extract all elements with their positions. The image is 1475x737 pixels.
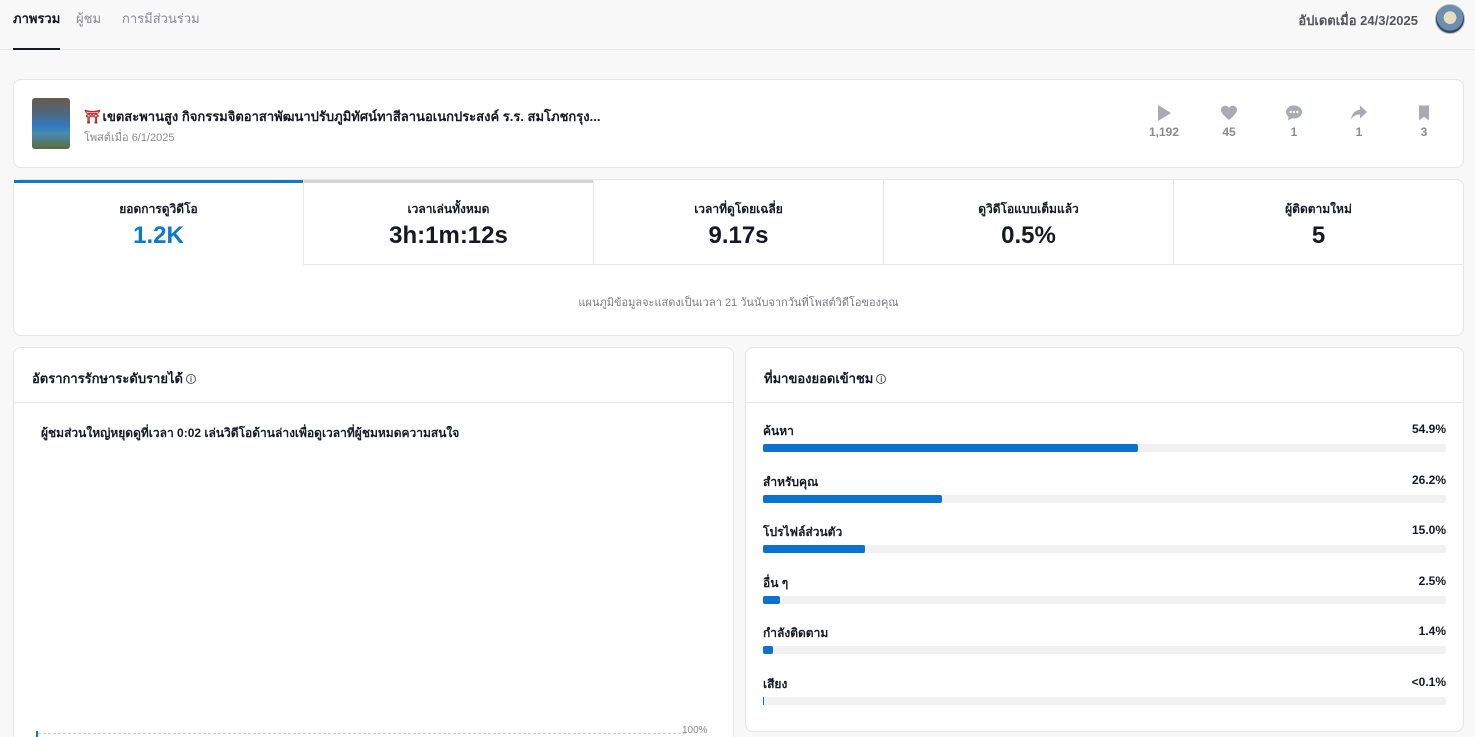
share-icon [1351, 105, 1367, 120]
traffic-source-percent: 2.5% [1418, 573, 1446, 588]
traffic-source-bar-track [763, 545, 1446, 554]
key-metrics-card: ยอดการดูวิดีโอ 1.2K เวลาเล่นทั้งหมด 3h:1… [13, 179, 1464, 336]
metric-label: ผู้ติดตามใหม่ [1285, 202, 1352, 216]
metric-value: 3h:1m:12s [389, 222, 508, 249]
traffic-source-bar-track [763, 646, 1446, 655]
traffic-source-name: ค้นหา [763, 424, 794, 438]
traffic-source-bar-fill [763, 545, 866, 554]
metric-value: 1.2K [133, 222, 184, 249]
traffic-source-percent: 15.0% [1411, 523, 1446, 538]
traffic-source-percent: 26.2% [1411, 472, 1446, 487]
traffic-source-row: สำหรับคุณ 26.2% [763, 473, 1446, 513]
info-icon[interactable]: i [876, 374, 887, 384]
video-title: ⛩ เขตสะพานสูง กิจกรรมจิตอาสาพัฒนาปรับภูมิ… [84, 106, 600, 127]
divider [14, 402, 733, 403]
traffic-source-bar-track [763, 697, 1446, 705]
metric-watched-full-video[interactable]: ดูวิดีโอแบบเต็มแล้ว 0.5% [884, 180, 1174, 265]
retention-title: อัตราการรักษาระดับรายได้ i [32, 368, 196, 389]
retention-card: อัตราการรักษาระดับรายได้ i ผู้ชมส่วนใหญ่ห… [13, 347, 734, 737]
saves-count: 3 [1420, 125, 1428, 139]
chart-period-note: แผนภูมิข้อมูลจะแสดงเป็นเวลา 21 วันนับจาก… [578, 297, 899, 309]
metric-label: เวลาที่ดูโดยเฉลี่ย [694, 202, 783, 216]
traffic-title: ที่มาของยอดเข้าชม i [764, 368, 887, 389]
avatar[interactable] [1435, 4, 1465, 34]
torii-gate-emoji: ⛩ [84, 109, 101, 124]
metric-active-indicator [14, 180, 303, 183]
traffic-source-bar-track [763, 494, 1446, 503]
video-posted-date: โพสต์เมื่อ 6/1/2025 [84, 132, 175, 144]
traffic-source-row: เสียง <0.1% [763, 675, 1446, 715]
traffic-source-bar-track [763, 444, 1446, 452]
video-title-text: เขตสะพานสูง กิจกรรมจิตอาสาพัฒนาปรับภูมิท… [102, 109, 601, 124]
tab-overview[interactable]: ภาพรวม [13, 0, 61, 50]
likes-count: 45 [1222, 125, 1236, 139]
metric-value: 9.17s [708, 222, 769, 249]
metric-video-views[interactable]: ยอดการดูวิดีโอ 1.2K [14, 180, 304, 265]
metric-label: เวลาเล่นทั้งหมด [407, 202, 490, 216]
retention-curve-start [36, 731, 40, 737]
traffic-source-bar-fill [763, 494, 942, 503]
retention-axis-label: 100% [682, 725, 708, 736]
tab-viewers[interactable]: ผู้ชม [76, 0, 101, 50]
tab-engagement[interactable]: การมีส่วนร่วม [122, 0, 200, 50]
metric-label: ดูวิดีโอแบบเต็มแล้ว [978, 202, 1079, 216]
saves-stat: 3 [1404, 104, 1444, 139]
traffic-source-row: ค้นหา 54.9% [763, 422, 1446, 462]
traffic-source-percent: 1.4% [1418, 624, 1446, 639]
video-summary-card: ⛩ เขตสะพานสูง กิจกรรมจิตอาสาพัฒนาปรับภูมิ… [13, 79, 1464, 168]
video-thumbnail[interactable] [32, 98, 70, 149]
traffic-source-row: กำลังติดตาม 1.4% [763, 624, 1446, 664]
metric-average-watch-time[interactable]: เวลาที่ดูโดยเฉลี่ย 9.17s [594, 180, 884, 265]
retention-title-text: อัตราการรักษาระดับรายได้ [32, 371, 183, 386]
metric-value: 0.5% [1001, 222, 1056, 249]
metric-label: ยอดการดูวิดีโอ [119, 202, 198, 216]
comments-stat: 1 [1274, 104, 1314, 139]
views-count: 1,192 [1148, 125, 1180, 139]
last-updated: อัปเดตเมื่อ 24/3/2025 [1298, 13, 1418, 28]
top-nav: ภาพรวม ผู้ชม การมีส่วนร่วม อัปเดตเมื่อ 2… [0, 0, 1475, 50]
traffic-source-bar-fill [763, 646, 773, 655]
traffic-sources-card: ที่มาของยอดเข้าชม i ค้นหา 54.9% สำหรับคุณ 26… [745, 347, 1464, 732]
heart-icon [1221, 105, 1237, 120]
divider [746, 402, 1463, 403]
shares-stat: 1 [1339, 104, 1379, 139]
traffic-source-name: อื่น ๆ [763, 575, 789, 590]
play-icon [1158, 105, 1171, 121]
shares-count: 1 [1355, 125, 1363, 139]
traffic-source-percent: 54.9% [1411, 422, 1446, 436]
traffic-source-percent: <0.1% [1411, 675, 1446, 689]
traffic-source-name: กำลังติดตาม [763, 626, 829, 641]
traffic-source-name: โปรไฟล์ส่วนตัว [763, 525, 843, 540]
likes-stat: 45 [1209, 104, 1249, 139]
traffic-source-bar-fill [763, 444, 1138, 452]
traffic-source-name: สำหรับคุณ [763, 474, 819, 489]
metric-hover-indicator [304, 180, 593, 183]
traffic-source-row: อื่น ๆ 2.5% [763, 574, 1446, 614]
traffic-source-bar-track [763, 595, 1446, 604]
metric-total-play-time[interactable]: เวลาเล่นทั้งหมด 3h:1m:12s [304, 180, 594, 265]
traffic-source-row: โปรไฟล์ส่วนตัว 15.0% [763, 523, 1446, 563]
info-icon[interactable]: i [185, 374, 196, 384]
retention-gridline [38, 733, 686, 734]
traffic-title-text: ที่มาของยอดเข้าชม [764, 371, 874, 386]
traffic-source-name: เสียง [763, 677, 788, 691]
metric-new-followers[interactable]: ผู้ติดตามใหม่ 5 [1174, 180, 1463, 265]
bookmark-icon [1419, 105, 1429, 121]
metric-value: 5 [1311, 222, 1326, 249]
comment-icon [1286, 105, 1302, 121]
views-stat: 1,192 [1144, 104, 1184, 139]
comments-count: 1 [1290, 125, 1298, 139]
traffic-source-bar-fill [763, 595, 781, 604]
retention-summary: ผู้ชมส่วนใหญ่หยุดดูที่เวลา 0:02 เล่นวิดี… [41, 426, 460, 440]
